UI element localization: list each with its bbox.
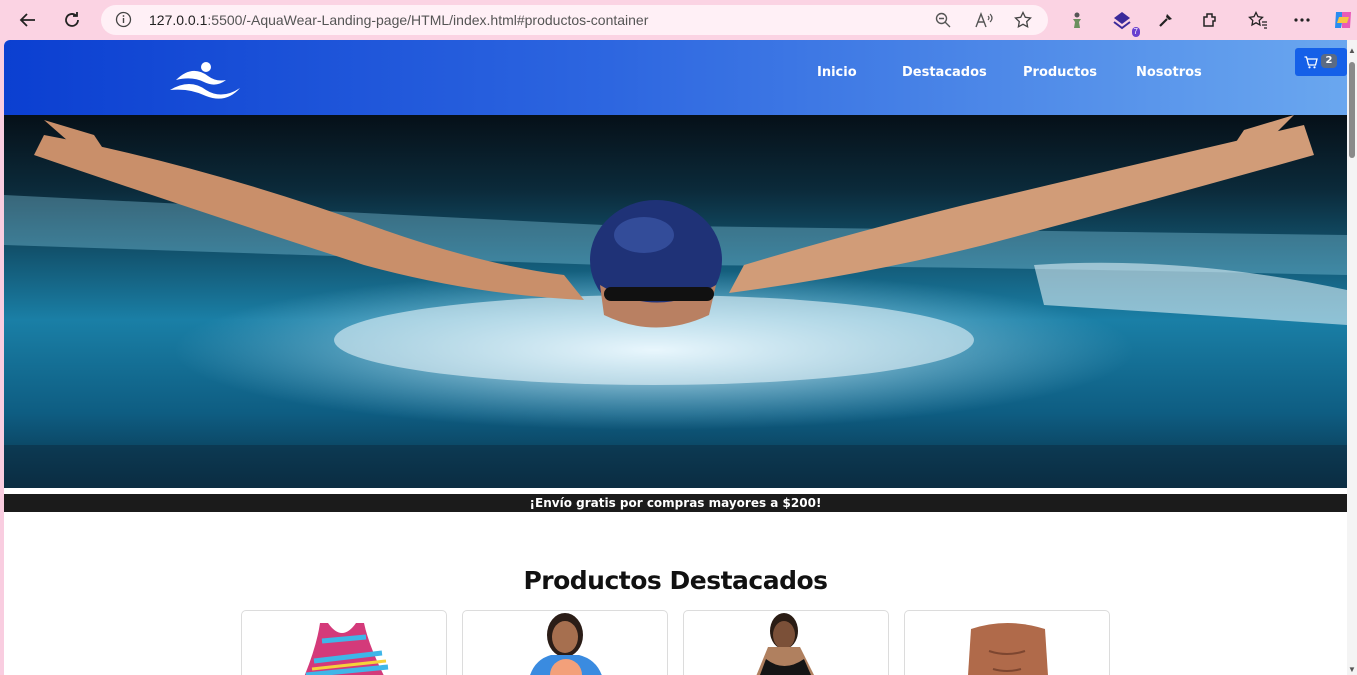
page-scrollbar[interactable]: ▲ ▼ xyxy=(1347,40,1357,675)
scrollbar-thumb[interactable] xyxy=(1349,62,1355,158)
favorite-star-icon[interactable] xyxy=(1013,10,1033,30)
nav-inicio[interactable]: Inicio xyxy=(817,65,857,80)
back-icon[interactable] xyxy=(14,6,42,34)
extension-figure-icon[interactable] xyxy=(1063,6,1091,34)
hero-image xyxy=(4,115,1347,488)
product-image xyxy=(968,623,1048,675)
extension-badge: 7 xyxy=(1131,27,1140,37)
url-text[interactable]: 127.0.0.1:5500/-AquaWear-Landing-page/HT… xyxy=(149,12,648,28)
url-path: :5500/-AquaWear-Landing-page/HTML/index.… xyxy=(207,12,649,28)
extensions-icon[interactable] xyxy=(1196,6,1224,34)
favorites-icon[interactable] xyxy=(1244,6,1272,34)
cart-count-badge: 2 xyxy=(1321,54,1337,68)
product-image xyxy=(304,623,389,675)
scroll-up-icon[interactable]: ▲ xyxy=(1348,46,1356,55)
zoom-icon[interactable] xyxy=(933,10,953,30)
product-image xyxy=(756,613,814,675)
nav-destacados[interactable]: Destacados xyxy=(902,65,987,80)
product-card[interactable] xyxy=(241,610,447,675)
promo-banner: ¡Envío gratis por compras mayores a $200… xyxy=(4,494,1347,512)
read-aloud-icon[interactable] xyxy=(974,10,994,30)
nav-nosotros[interactable]: Nosotros xyxy=(1136,65,1202,80)
info-icon[interactable] xyxy=(115,11,132,33)
cart-icon xyxy=(1304,56,1318,69)
page-viewport: Inicio Destacados Productos Nosotros 2 ¡… xyxy=(4,40,1357,675)
product-card[interactable] xyxy=(462,610,668,675)
browser-toolbar: 127.0.0.1:5500/-AquaWear-Landing-page/HT… xyxy=(0,0,1357,40)
cart-button[interactable]: 2 xyxy=(1295,48,1347,76)
product-card[interactable] xyxy=(683,610,889,675)
url-host: 127.0.0.1 xyxy=(149,12,208,28)
scroll-down-icon[interactable]: ▼ xyxy=(1348,665,1356,674)
product-card[interactable] xyxy=(904,610,1110,675)
section-title: Productos Destacados xyxy=(523,566,828,595)
address-bar[interactable]: 127.0.0.1:5500/-AquaWear-Landing-page/HT… xyxy=(101,5,1048,35)
product-image xyxy=(530,613,602,675)
copilot-icon[interactable] xyxy=(1329,6,1357,34)
extension-shield-icon[interactable]: 7 xyxy=(1108,6,1140,37)
site-header: Inicio Destacados Productos Nosotros 2 xyxy=(4,40,1347,115)
more-icon[interactable] xyxy=(1288,6,1316,34)
nav-productos[interactable]: Productos xyxy=(1023,65,1097,80)
refresh-icon[interactable] xyxy=(58,6,86,34)
aquawear-logo[interactable] xyxy=(164,56,244,102)
swimmer-photo xyxy=(4,115,1347,488)
eyedropper-icon[interactable] xyxy=(1152,6,1180,34)
